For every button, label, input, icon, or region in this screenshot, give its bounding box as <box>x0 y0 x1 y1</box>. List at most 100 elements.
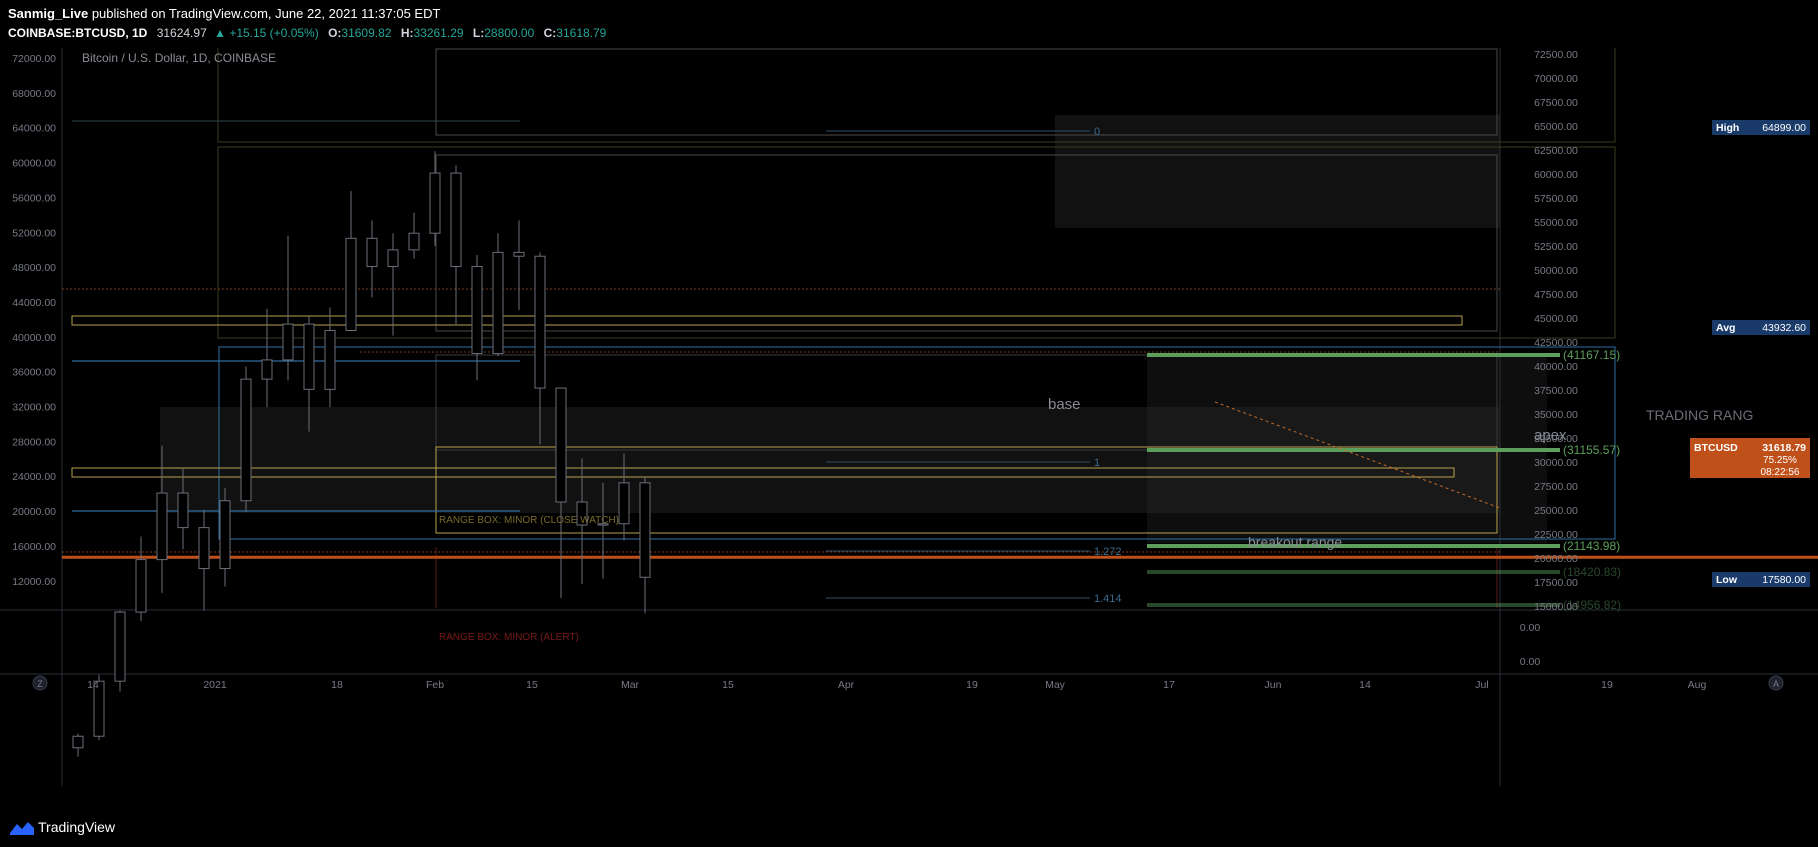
price-tag-value: 43932.60 <box>1762 322 1806 334</box>
tradingview-logo-icon[interactable] <box>8 819 36 837</box>
right-axis-tick: 70000.00 <box>1534 73 1578 85</box>
price-chart[interactable]: (41167.15)(31155.57)(21143.98)(18420.83)… <box>0 48 1818 810</box>
high-label: H: <box>400 26 414 40</box>
right-axis-tick: 35000.00 <box>1534 409 1578 421</box>
candle-body <box>429 172 441 234</box>
candle-body <box>639 482 651 578</box>
fib-level-label: 1 <box>1094 457 1100 469</box>
right-axis-tick: 62500.00 <box>1534 145 1578 157</box>
time-axis-tick: Aug <box>1688 679 1707 691</box>
left-axis-tick: 68000.00 <box>12 88 56 100</box>
support-level-label: (31155.57) <box>1563 443 1620 457</box>
indicator-axis-tick: 0.00 <box>1520 622 1541 634</box>
gray-zone-top <box>1055 115 1500 228</box>
left-axis-tick: 24000.00 <box>12 471 56 483</box>
right-axis-tick: 40000.00 <box>1534 361 1578 373</box>
time-axis-tick: 14 <box>1359 679 1371 691</box>
chart-annotation: base <box>1048 396 1081 413</box>
left-axis-tick: 72000.00 <box>12 53 56 65</box>
time-axis-tick: 19 <box>1601 679 1613 691</box>
right-axis-tick: 55000.00 <box>1534 217 1578 229</box>
current-price-value: 31618.79 <box>1762 442 1806 454</box>
low-label: L: <box>472 26 485 40</box>
chart-title: Bitcoin / U.S. Dollar, 1D, COINBASE <box>82 51 276 65</box>
candle-body <box>618 482 630 525</box>
candle-body <box>534 255 546 389</box>
chart-annotation: breakout range <box>1248 534 1342 550</box>
candle-body <box>135 559 147 613</box>
time-axis-tick: 2021 <box>203 679 227 691</box>
fib-level-label: 0 <box>1094 126 1100 138</box>
candle <box>240 366 252 513</box>
candle-body <box>219 500 231 570</box>
candle-body <box>177 492 189 529</box>
left-axis-tick: 48000.00 <box>12 262 56 274</box>
chart-annotation: RANGE BOX: MINOR (CLOSE WATCH) <box>439 515 619 526</box>
right-axis-tick: 17500.00 <box>1534 577 1578 589</box>
author-name[interactable]: Sanmig_Live <box>8 6 88 21</box>
left-axis-tick: 36000.00 <box>12 367 56 379</box>
published-text: published on TradingView.com, June 22, 2… <box>91 6 441 21</box>
price-tag-label: Avg <box>1716 322 1735 334</box>
left-axis-tick: 56000.00 <box>12 192 56 204</box>
right-axis-tick: 22500.00 <box>1534 529 1578 541</box>
axis-scale-button-label: Z <box>37 679 43 689</box>
right-axis-tick: 60000.00 <box>1534 169 1578 181</box>
candle-body <box>72 735 84 749</box>
right-axis-tick: 25000.00 <box>1534 505 1578 517</box>
bar-close-countdown: 08:22:56 <box>1761 467 1800 478</box>
low-value: 28800.00 <box>484 26 535 40</box>
candle <box>114 610 126 692</box>
chart-header: Sanmig_Live published on TradingView.com… <box>0 0 1818 48</box>
change-value: ▲ +15.15 (+0.05%) <box>214 26 319 40</box>
time-axis-tick: Apr <box>838 679 855 691</box>
time-axis-tick: Feb <box>426 679 444 691</box>
symbol-label: COINBASE:BTCUSD, 1D <box>8 26 148 40</box>
close-value: 31618.79 <box>556 26 607 40</box>
time-axis-tick: 15 <box>526 679 538 691</box>
right-axis-tick: 45000.00 <box>1534 313 1578 325</box>
candle-body <box>513 251 525 257</box>
right-axis-tick: 37500.00 <box>1534 385 1578 397</box>
candle-body <box>366 237 378 267</box>
right-axis-tick: 32500.00 <box>1534 433 1578 445</box>
price-tag-value: 17580.00 <box>1762 574 1806 586</box>
candle-body <box>156 492 168 561</box>
left-axis-tick: 44000.00 <box>12 297 56 309</box>
tradingview-brand[interactable]: TradingView <box>38 819 115 835</box>
right-axis-tick: 67500.00 <box>1534 97 1578 109</box>
right-axis-tick: 47500.00 <box>1534 289 1578 301</box>
candle-body <box>303 323 315 390</box>
ohlc-legend: COINBASE:BTCUSD, 1D 31624.97 ▲ +15.15 (+… <box>8 26 612 40</box>
candle-body <box>198 527 210 570</box>
current-price-symbol: BTCUSD <box>1694 442 1738 454</box>
fib-level-label: 1.272 <box>1094 546 1122 558</box>
chart-annotation: TRADING RANG <box>1646 407 1753 423</box>
support-level-label: (21143.98) <box>1563 539 1620 553</box>
candle-body <box>408 232 420 251</box>
price-tag-label: High <box>1716 122 1739 134</box>
support-level-label: (41167.15) <box>1563 348 1620 362</box>
publish-info: Sanmig_Live published on TradingView.com… <box>8 6 440 21</box>
time-axis-tick: 14 <box>87 679 99 691</box>
left-axis-tick: 12000.00 <box>12 576 56 588</box>
last-price: 31624.97 <box>156 26 207 40</box>
candle-body <box>261 359 273 380</box>
right-axis-tick: 42500.00 <box>1534 337 1578 349</box>
left-axis-tick: 40000.00 <box>12 332 56 344</box>
footer: TradingView <box>0 810 1818 847</box>
open-label: O: <box>328 26 342 40</box>
time-axis-tick: 18 <box>331 679 343 691</box>
fib-level-label: 1.414 <box>1094 593 1122 605</box>
right-axis-tick: 27500.00 <box>1534 481 1578 493</box>
right-axis-tick: 15000.00 <box>1534 601 1578 613</box>
candle-body <box>345 237 357 331</box>
time-axis-tick: 17 <box>1163 679 1175 691</box>
right-axis-tick: 52500.00 <box>1534 241 1578 253</box>
left-axis-tick: 52000.00 <box>12 227 56 239</box>
candle-body <box>492 251 504 355</box>
candle-body <box>240 378 252 502</box>
candle-body <box>114 611 126 682</box>
right-axis-tick: 72500.00 <box>1534 49 1578 61</box>
price-tag-value: 64899.00 <box>1762 122 1806 134</box>
